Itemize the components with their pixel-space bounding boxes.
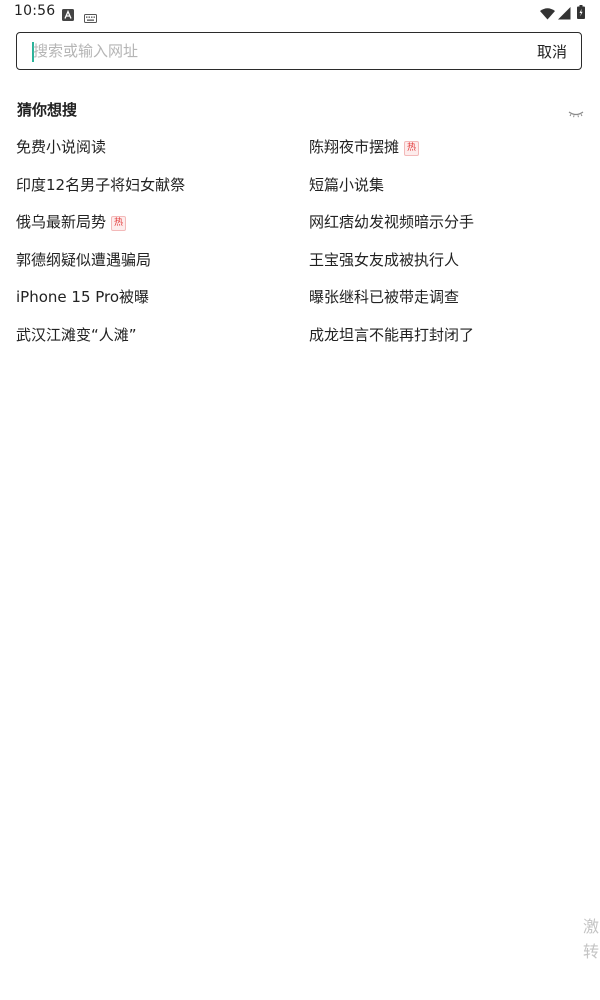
wifi-icon: [540, 5, 555, 24]
suggestion-item[interactable]: 短篇小说集: [309, 175, 384, 195]
suggestion-item[interactable]: 成龙坦言不能再打封闭了: [309, 325, 474, 345]
eye-closed-icon[interactable]: [567, 104, 585, 118]
suggestion-text: 俄乌最新局势: [16, 213, 107, 231]
suggestion-text: 郭德纲疑似遭遇骗局: [16, 251, 152, 269]
suggestion-text: 曝张继科已被带走调查: [309, 288, 460, 306]
suggestion-text: 短篇小说集: [309, 176, 385, 194]
suggestion-text: 成龙坦言不能再打封闭了: [309, 326, 475, 344]
suggestion-text: 网红痞幼发视频暗示分手: [309, 213, 475, 231]
a-notification-icon: [62, 6, 74, 25]
suggestion-text: 王宝强女友成被执行人: [309, 251, 460, 269]
section-title: 猜你想搜: [17, 101, 78, 119]
suggestion-text: 免费小说阅读: [16, 138, 107, 156]
suggestion-text: 武汉江滩变“人滩”: [16, 326, 137, 344]
suggestion-text: iPhone 15 Pro被曝: [16, 288, 150, 306]
hot-badge: 热: [404, 141, 420, 156]
suggestion-item[interactable]: 免费小说阅读: [16, 137, 106, 157]
suggestion-item[interactable]: 陈翔夜市摆摊热: [309, 137, 420, 157]
suggestion-item[interactable]: 曝张继科已被带走调查: [309, 287, 459, 307]
suggestion-text: 陈翔夜市摆摊: [309, 138, 400, 156]
suggestion-item[interactable]: iPhone 15 Pro被曝: [16, 287, 149, 307]
status-time: 10:56: [14, 3, 56, 19]
suggestion-item[interactable]: 网红痞幼发视频暗示分手: [309, 212, 474, 232]
floating-tip-line1: 激: [583, 917, 600, 936]
hot-badge: 热: [111, 216, 127, 231]
search-input[interactable]: [29, 37, 493, 65]
search-bar: 取消: [16, 32, 582, 70]
suggestion-item[interactable]: 王宝强女友成被执行人: [309, 250, 459, 270]
floating-tip-line2: 转: [583, 942, 600, 961]
keyboard-icon: [84, 8, 97, 27]
suggestion-item[interactable]: 郭德纲疑似遭遇骗局: [16, 250, 151, 270]
suggestion-item[interactable]: 印度12名男子将妇女献祭: [16, 175, 185, 195]
suggestion-item[interactable]: 武汉江滩变“人滩”: [16, 325, 137, 345]
suggestion-text: 印度12名男子将妇女献祭: [16, 176, 186, 194]
battery-icon: [577, 4, 585, 23]
suggestion-item[interactable]: 俄乌最新局势热: [16, 212, 127, 232]
signal-icon: [558, 5, 571, 24]
cancel-button[interactable]: 取消: [537, 41, 567, 62]
status-bar: 10:56: [0, 0, 600, 26]
